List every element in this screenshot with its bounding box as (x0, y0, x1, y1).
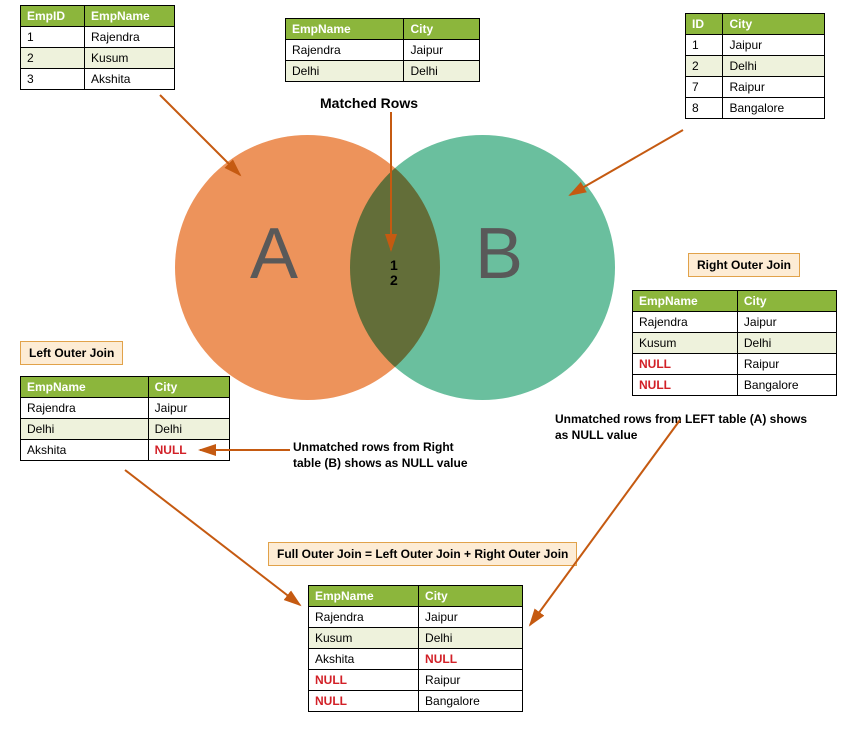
venn-letter-a: A (250, 213, 298, 295)
table-matched: EmpNameCity RajendraJaipur DelhiDelhi (285, 18, 480, 82)
full-outer-join-label: Full Outer Join = Left Outer Join + Righ… (268, 542, 577, 566)
table-full-join: EmpNameCity RajendraJaipur KusumDelhi Ak… (308, 585, 523, 712)
matched-rows-label: Matched Rows (320, 95, 418, 111)
right-outer-join-label: Right Outer Join (688, 253, 800, 277)
note-right: Unmatched rows from LEFT table (A) shows… (555, 412, 807, 443)
left-outer-join-label: Left Outer Join (20, 341, 123, 365)
table-right-join: EmpNameCity RajendraJaipur KusumDelhi NU… (632, 290, 837, 396)
note-left: Unmatched rows from Right table (B) show… (293, 440, 468, 471)
table-emp: EmpIDEmpName 1Rajendra 2Kusum 3Akshita (20, 5, 175, 90)
table-left-join: EmpNameCity RajendraJaipur DelhiDelhi Ak… (20, 376, 230, 461)
venn-intersection-numbers: 12 (390, 258, 398, 289)
venn-letter-b: B (475, 213, 523, 295)
table-city: IDCity 1Jaipur 2Delhi 7Raipur 8Bangalore (685, 13, 825, 119)
venn-diagram: A B (175, 135, 575, 415)
